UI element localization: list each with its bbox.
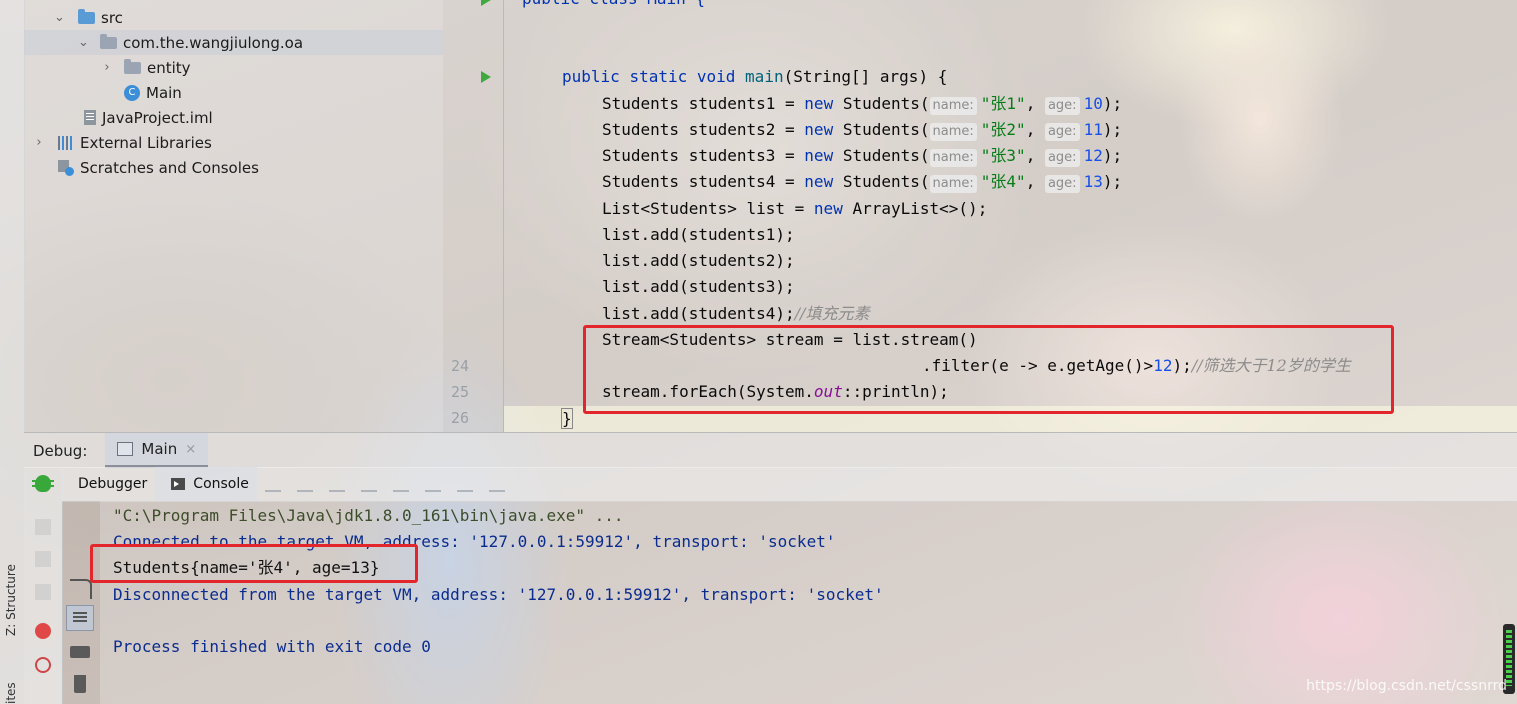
code-line-students2: Students students2 = new Students(name: "… [602,120,1123,141]
step-over-icon[interactable] [328,476,345,492]
code-line-closing-brace: } [561,406,573,432]
console-line: Disconnected from the target VM, address… [113,585,884,604]
chevron-down-icon[interactable]: ⌄ [54,10,65,25]
package-icon [124,58,141,74]
folder-icon [78,8,95,24]
code-highlight-box [583,325,1394,414]
chevron-right-icon[interactable]: › [34,135,44,150]
show-execution-point-icon[interactable] [296,476,313,492]
trace-icon[interactable] [488,476,505,492]
tree-item-package[interactable]: ⌄ com.the.wangjiulong.oa [24,30,443,55]
evaluate-expression-icon[interactable] [456,476,473,492]
tree-item-scratches[interactable]: Scratches and Consoles [24,155,443,180]
code-partial-header: public class Main { [522,0,705,8]
left-tool-strip: Z: Structure ites [0,0,25,704]
tree-item-label: Main [146,83,182,102]
output-highlight-box [90,544,418,583]
tab-debugger[interactable]: Debugger [62,467,155,501]
stop-icon[interactable] [35,584,51,600]
param-hint: name: [929,97,977,115]
param-hint: name: [929,149,977,167]
resume-icon[interactable] [35,519,51,535]
console-output[interactable]: "C:\Program Files\Java\jdk1.8.0_161\bin\… [100,501,1517,704]
class-icon: C [124,84,140,101]
watermark: https://blog.csdn.net/cssnrrd [1306,678,1507,694]
code-line-add3: list.add(students3); [602,277,795,296]
console-line: Process finished with exit code 0 [113,637,431,656]
tab-label: Console [193,476,249,492]
code-line-add2: list.add(students2); [602,251,795,270]
code-line-class-header: public class Main { [522,0,705,12]
code-line-students1: Students students1 = new Students(name: "… [602,94,1123,115]
code-line-students4: Students students4 = new Students(name: "… [602,172,1123,193]
debug-actions-bar [24,467,63,704]
tree-item-label: External Libraries [80,133,212,152]
tree-item-label: src [101,8,123,27]
debug-toolbar: Debugger Console [62,467,1517,502]
param-hint: name: [929,175,977,193]
tree-item-main[interactable]: C Main [24,80,443,105]
print-icon[interactable] [70,646,90,658]
step-into-icon[interactable] [360,476,377,492]
tree-item-label: entity [147,58,191,77]
code-line-add4: list.add(students4);//填充元素 [602,304,870,323]
tab-console[interactable]: Console [155,467,257,501]
param-hint: age: [1044,149,1080,167]
debug-tool-window-header: Debug: Main × [24,432,1517,468]
code-line-list-decl: List<Students> list = new ArrayList<>(); [602,199,988,218]
window-icon [117,442,134,456]
structure-tool-label[interactable]: Z: Structure [4,564,18,636]
module-file-icon [84,110,96,125]
chevron-right-icon[interactable]: › [102,60,112,75]
project-tree: ⌄ src ⌄ com.the.wangjiulong.oa › entity … [24,0,443,432]
debug-session-label: Main [141,440,178,458]
debug-label: Debug: [33,441,88,460]
favorites-tool-label[interactable]: ites [4,682,18,704]
tree-item-external-libraries[interactable]: › External Libraries [24,130,443,155]
code-line-main-signature: public static void main(String[] args) { [562,67,948,86]
param-hint: age: [1044,175,1080,193]
param-hint: age: [1044,123,1080,141]
tree-item-label: JavaProject.iml [102,108,213,127]
code-line-students3: Students students3 = new Students(name: "… [602,146,1123,167]
package-icon [100,33,117,49]
run-to-cursor-icon[interactable] [424,476,441,492]
code-line-add1: list.add(students1); [602,225,795,244]
libraries-icon [58,135,74,150]
code-comment: //填充元素 [794,304,870,323]
param-hint: name: [929,123,977,141]
scratches-icon [58,159,74,176]
rerun-debug-icon[interactable] [32,475,54,492]
tree-item-src[interactable]: ⌄ src [24,5,443,30]
tree-item-iml[interactable]: JavaProject.iml [24,105,443,130]
tree-item-label: com.the.wangjiulong.oa [123,33,304,52]
console-icon [171,478,186,490]
tab-label: Debugger [78,476,148,492]
chevron-down-icon[interactable]: ⌄ [78,35,89,50]
pause-icon[interactable] [35,551,51,567]
step-out-icon[interactable] [392,476,409,492]
close-icon[interactable]: × [185,442,196,457]
clear-all-icon[interactable] [74,675,86,693]
soft-wrap-icon[interactable] [70,579,92,599]
param-hint: age: [1044,97,1080,115]
matched-brace: } [561,408,573,429]
threads-icon[interactable] [264,476,281,492]
scroll-to-end-icon[interactable] [66,605,94,631]
console-line: "C:\Program Files\Java\jdk1.8.0_161\bin\… [113,506,624,525]
debug-session-tab[interactable]: Main × [105,433,209,468]
tree-item-label: Scratches and Consoles [80,158,259,177]
view-breakpoints-icon[interactable] [35,623,51,639]
console-tools [62,501,98,704]
mute-breakpoints-icon[interactable] [35,657,51,673]
tree-item-entity[interactable]: › entity [24,55,443,80]
